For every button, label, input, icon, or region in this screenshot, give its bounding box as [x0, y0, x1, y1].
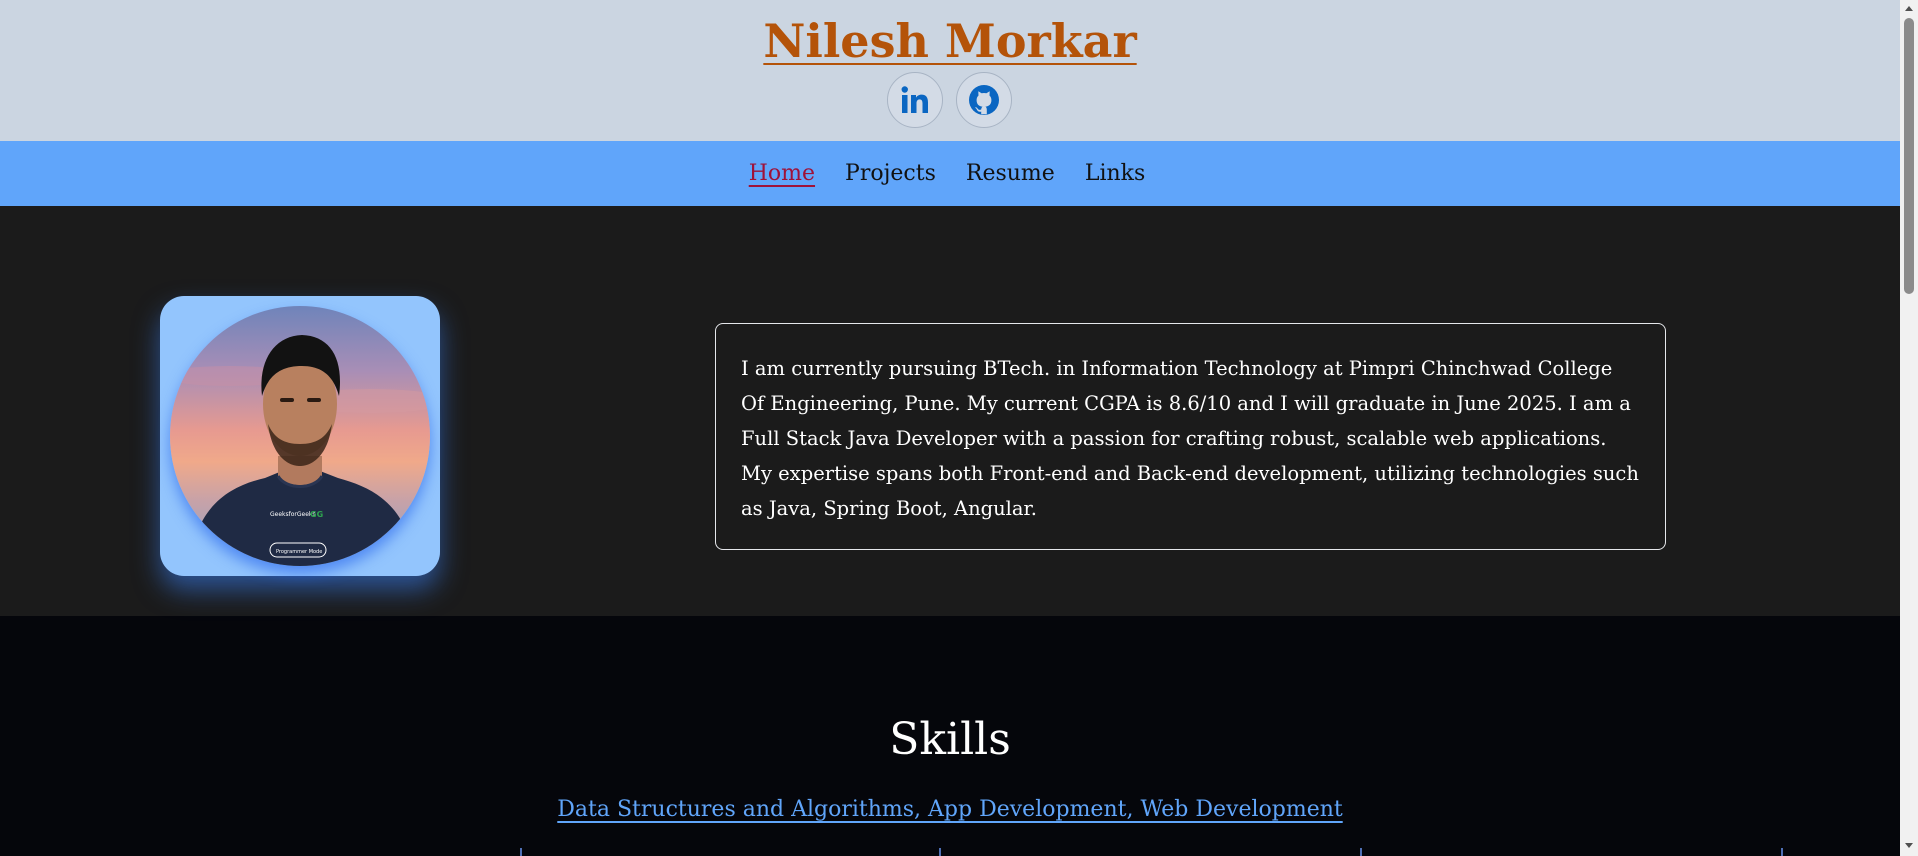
nav-home[interactable]: Home — [749, 161, 815, 186]
svg-text:Programmer Mode: Programmer Mode — [276, 549, 322, 555]
profile-photo-card: GeeksforGeeks GG Programmer Mode — [160, 296, 440, 576]
linkedin-button[interactable] — [887, 72, 943, 128]
site-header: Nilesh Morkar — [0, 0, 1900, 141]
skills-card-divider — [939, 848, 941, 856]
vertical-scrollbar[interactable] — [1900, 0, 1918, 856]
nav-resume[interactable]: Resume — [966, 161, 1055, 186]
scroll-down-icon[interactable] — [1905, 843, 1913, 848]
site-title[interactable]: Nilesh Morkar — [0, 10, 1900, 72]
nav-links-item[interactable]: Links — [1085, 161, 1145, 186]
skills-card-divider — [1360, 848, 1362, 856]
profile-photo: GeeksforGeeks GG Programmer Mode — [170, 306, 430, 566]
linkedin-icon — [901, 86, 928, 113]
profile-portrait: GeeksforGeeks GG Programmer Mode — [170, 335, 430, 566]
about-text-box: I am currently pursuing BTech. in Inform… — [715, 323, 1666, 550]
social-links — [887, 72, 1012, 128]
about-text: I am currently pursuing BTech. in Inform… — [741, 357, 1639, 520]
main-nav: Home Projects Resume Links — [0, 141, 1900, 206]
skills-card-divider — [520, 848, 522, 856]
github-button[interactable] — [956, 72, 1012, 128]
scrollbar-thumb[interactable] — [1904, 18, 1914, 294]
hero-section: GeeksforGeeks GG Programmer Mode I am cu… — [0, 206, 1900, 616]
skills-card-divider — [1781, 848, 1783, 856]
svg-text:GG: GG — [310, 510, 323, 519]
skills-heading: Skills — [889, 714, 1011, 765]
svg-text:GeeksforGeeks: GeeksforGeeks — [270, 511, 316, 518]
nav-links: Home Projects Resume Links — [749, 161, 1146, 186]
github-icon — [969, 85, 999, 115]
skills-link[interactable]: Data Structures and Algorithms, App Deve… — [0, 797, 1900, 822]
scroll-up-icon[interactable] — [1905, 6, 1913, 11]
nav-projects[interactable]: Projects — [845, 161, 936, 186]
